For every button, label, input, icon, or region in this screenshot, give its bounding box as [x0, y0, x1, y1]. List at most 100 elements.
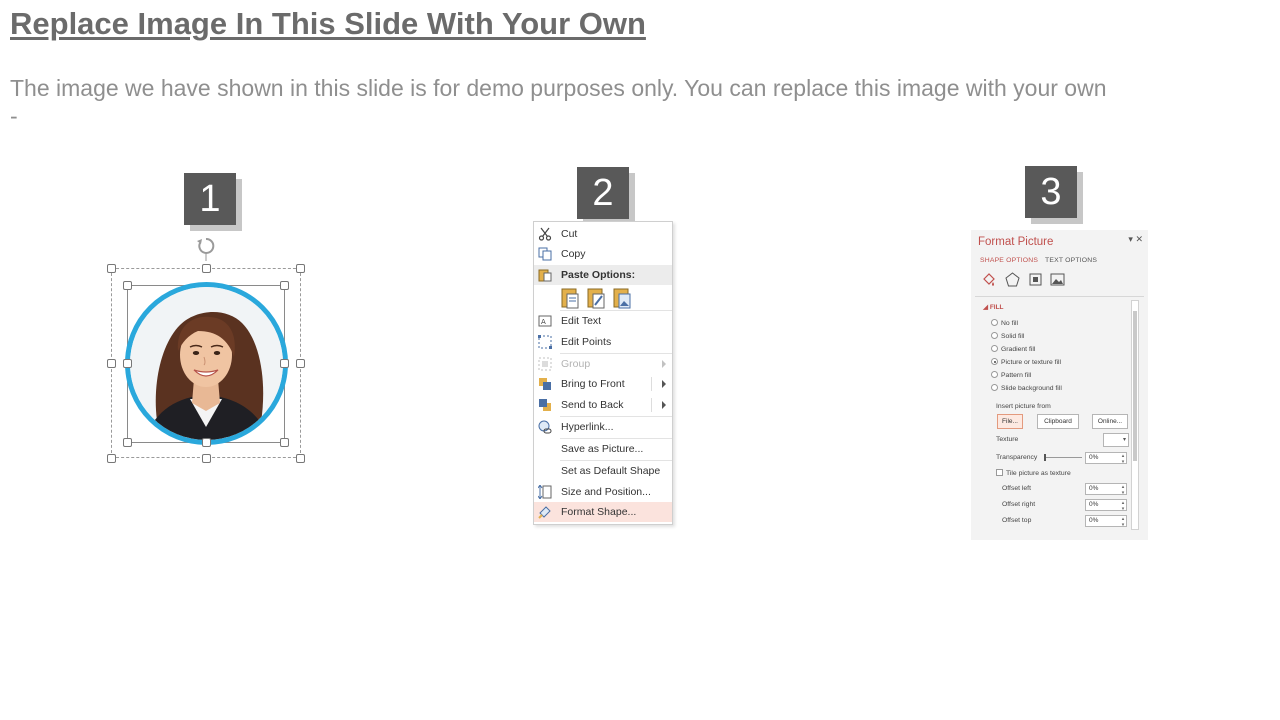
chevron-down-icon[interactable]: ▾	[1128, 234, 1133, 244]
menu-item-copy[interactable]: Copy	[534, 244, 672, 264]
online-button[interactable]: Online...	[1092, 414, 1128, 429]
menu-item-cut[interactable]: Cut	[534, 224, 672, 244]
edit-points-icon	[538, 335, 552, 349]
send-back-icon	[539, 399, 551, 411]
fill-line-icon[interactable]	[981, 272, 996, 287]
resize-handle-inner-ml[interactable]	[123, 359, 132, 368]
transparency-slider-handle[interactable]	[1044, 454, 1046, 461]
menu-item-edit-points[interactable]: Edit Points	[534, 332, 672, 352]
menu-header-paste-options: Paste Options:	[534, 265, 672, 285]
radio-button-selected[interactable]	[991, 358, 998, 365]
submenu-divider	[651, 398, 652, 412]
menu-item-label: Format Shape...	[561, 506, 637, 518]
chevron-down-icon: ▾	[1122, 437, 1126, 443]
menu-item-size-and-position[interactable]: Size and Position...	[534, 482, 672, 502]
resize-handle-outer-ml[interactable]	[107, 359, 116, 368]
fill-section-header[interactable]: ◢ FILL	[983, 303, 1004, 311]
radio-no-fill[interactable]: No fill	[991, 319, 1018, 327]
menu-item-format-shape[interactable]: Format Shape...	[534, 502, 672, 522]
paste-options-icons[interactable]	[561, 286, 641, 310]
resize-handle-inner-mr[interactable]	[280, 359, 289, 368]
resize-handle-outer-br[interactable]	[296, 454, 305, 463]
radio-button[interactable]	[991, 371, 998, 378]
tile-picture-row[interactable]: Tile picture as texture	[996, 469, 1071, 477]
texture-dropdown[interactable]: ▾	[1103, 433, 1129, 447]
menu-item-label: Edit Points	[561, 336, 612, 348]
menu-item-set-default-shape[interactable]: Set as Default Shape	[534, 461, 672, 481]
resize-handle-outer-mr[interactable]	[296, 359, 305, 368]
radio-solid-fill[interactable]: Solid fill	[991, 332, 1024, 340]
resize-handle-outer-tc[interactable]	[202, 264, 211, 273]
resize-handle-inner-bc[interactable]	[202, 438, 211, 447]
svg-text:A: A	[541, 318, 546, 326]
scrollbar-thumb[interactable]	[1133, 311, 1137, 461]
menu-item-label: Cut	[561, 228, 578, 240]
offset-top-stepper[interactable]: 0%	[1085, 515, 1127, 528]
hyperlink-icon	[538, 420, 552, 434]
submenu-divider	[651, 377, 652, 391]
rotate-handle-icon[interactable]	[195, 235, 217, 261]
pane-scrollbar[interactable]	[1131, 300, 1139, 530]
resize-handle-outer-tl[interactable]	[107, 264, 116, 273]
step-badge-1: 1	[184, 173, 236, 225]
transparency-stepper[interactable]: 0%	[1085, 452, 1127, 465]
menu-item-label: Save as Picture...	[561, 443, 644, 455]
radio-label: No fill	[1001, 320, 1018, 327]
resize-handle-outer-tr[interactable]	[296, 264, 305, 273]
tab-shape-options[interactable]: SHAPE OPTIONS	[980, 257, 1038, 264]
transparency-slider-track[interactable]	[1044, 457, 1082, 458]
resize-handle-outer-bl[interactable]	[107, 454, 116, 463]
submenu-arrow-icon[interactable]	[662, 401, 666, 409]
radio-pattern-fill[interactable]: Pattern fill	[991, 371, 1031, 379]
radio-label: Slide background fill	[1001, 385, 1062, 392]
radio-button[interactable]	[991, 345, 998, 352]
offset-top-label: Offset top	[1002, 517, 1032, 524]
paste-picture-icon	[613, 288, 631, 309]
picture-icon[interactable]	[1050, 272, 1065, 287]
portrait-image[interactable]	[125, 282, 288, 445]
menu-item-group: Group	[534, 354, 672, 374]
step-badge-2: 2	[577, 167, 629, 219]
radio-button[interactable]	[991, 384, 998, 391]
radio-button[interactable]	[991, 332, 998, 339]
copy-icon	[538, 247, 552, 261]
paste-keep-formatting-icon	[561, 288, 579, 309]
resize-handle-inner-tr[interactable]	[280, 281, 289, 290]
submenu-arrow-icon[interactable]	[662, 380, 666, 388]
offset-left-stepper[interactable]: 0%	[1085, 483, 1127, 496]
tab-text-options[interactable]: TEXT OPTIONS	[1045, 257, 1097, 264]
resize-handle-inner-tl[interactable]	[123, 281, 132, 290]
radio-gradient-fill[interactable]: Gradient fill	[991, 345, 1035, 353]
radio-button[interactable]	[991, 319, 998, 326]
scissors-icon	[538, 227, 552, 241]
menu-item-label: Set as Default Shape	[561, 465, 661, 477]
menu-item-label: Bring to Front	[561, 378, 625, 390]
resize-handle-outer-bc[interactable]	[202, 454, 211, 463]
offset-right-stepper[interactable]: 0%	[1085, 499, 1127, 512]
effects-icon[interactable]	[1005, 272, 1020, 287]
paste-icon	[538, 269, 552, 282]
menu-item-bring-to-front[interactable]: Bring to Front	[534, 374, 672, 394]
resize-handle-inner-br[interactable]	[280, 438, 289, 447]
fill-section-label: FILL	[989, 304, 1004, 311]
radio-picture-texture-fill[interactable]: Picture or texture fill	[991, 358, 1061, 366]
menu-item-save-as-picture[interactable]: Save as Picture...	[534, 439, 672, 459]
insert-picture-from-label: Insert picture from	[996, 403, 1051, 410]
size-properties-icon[interactable]	[1028, 272, 1043, 287]
slide-subtitle: The image we have shown in this slide is…	[10, 75, 1107, 129]
file-button[interactable]: File...	[997, 414, 1023, 429]
size-position-icon	[538, 485, 552, 499]
resize-handle-inner-bl[interactable]	[123, 438, 132, 447]
radio-label: Picture or texture fill	[1001, 359, 1062, 366]
tile-picture-checkbox[interactable]	[996, 469, 1003, 476]
pane-title: Format Picture	[978, 236, 1054, 248]
menu-item-send-to-back[interactable]: Send to Back	[534, 395, 672, 415]
pane-divider	[975, 296, 1144, 297]
bring-front-icon	[539, 378, 551, 390]
radio-slide-background-fill[interactable]: Slide background fill	[991, 384, 1062, 392]
menu-item-hyperlink[interactable]: Hyperlink...	[534, 417, 672, 437]
radio-label: Pattern fill	[1001, 372, 1032, 379]
close-icon[interactable]: ✕	[1135, 234, 1143, 244]
clipboard-button[interactable]: Clipboard	[1037, 414, 1079, 429]
menu-item-edit-text[interactable]: A Edit Text	[534, 311, 672, 331]
